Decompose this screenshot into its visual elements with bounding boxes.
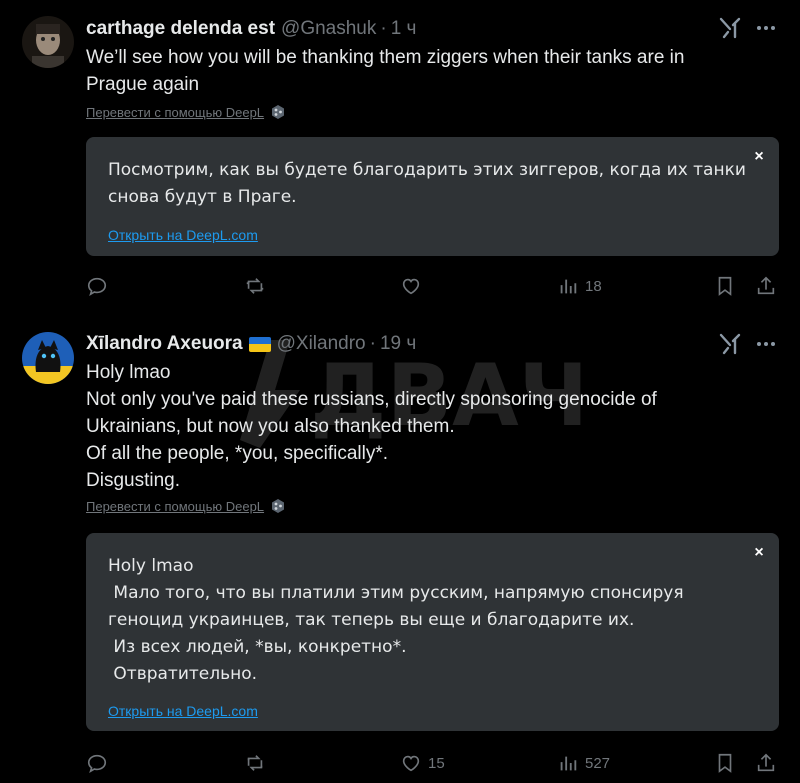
like-button[interactable]: 15 (400, 750, 445, 776)
translation-card: × Holy lmao Мало того, что вы платили эт… (86, 533, 779, 731)
tweet-text-line: Not only you've paid these russians, dir… (86, 389, 657, 410)
translation-line: Отвратительно. (108, 664, 258, 684)
translate-link[interactable]: Перевести с помощью DeepL (86, 104, 286, 120)
avatar[interactable] (22, 16, 74, 68)
translation-line: Из всех людей, *вы, конкретно*. (108, 637, 407, 657)
tweet-text-line: Prague again (86, 74, 200, 95)
author-handle[interactable]: @Xilandro (277, 333, 366, 355)
grok-icon[interactable] (718, 332, 742, 356)
ukraine-flag-icon (248, 336, 271, 352)
author-handle[interactable]: @Gnashuk (281, 18, 376, 40)
open-deepl-link[interactable]: Открыть на DeepL.com (108, 227, 258, 243)
translation-line: Мало того, что вы платили этим русским, … (108, 583, 684, 603)
translate-label: Перевести с помощью DeepL (86, 104, 265, 120)
views-button[interactable]: 18 (557, 273, 602, 299)
translation-line: Holy lmao (108, 556, 194, 576)
views-icon (560, 756, 577, 771)
bookmark-button[interactable] (714, 273, 736, 299)
bookmark-icon (718, 753, 732, 773)
open-deepl-link[interactable]: Открыть на DeepL.com (108, 703, 258, 719)
tweet-text-line: Ukrainians, but now you also thanked the… (86, 416, 455, 437)
tweet-actions: 18 (86, 273, 786, 299)
retweet-button[interactable] (244, 273, 272, 299)
tweet-text: We’ll see how you will be thanking them … (86, 44, 766, 98)
reply-icon (87, 754, 107, 774)
tweet-header: carthage delenda est @Gnashuk · 1 ч (86, 16, 416, 42)
deepl-icon (272, 105, 285, 119)
heart-icon (402, 755, 420, 772)
avatar[interactable] (22, 332, 74, 384)
grok-icon[interactable] (718, 16, 742, 40)
translation-line: Посмотрим, как вы будете благодарить эти… (108, 160, 746, 180)
translation-text: Посмотрим, как вы будете благодарить эти… (108, 157, 758, 211)
tweet-text-line: Disgusting. (86, 470, 180, 491)
tweet-text: Holy lmao Not only you've paid these rus… (86, 359, 766, 494)
share-button[interactable] (755, 273, 777, 299)
views-icon (560, 279, 577, 294)
share-icon (757, 276, 775, 295)
share-icon (757, 753, 775, 772)
views-button[interactable]: 527 (557, 750, 610, 776)
tweet-text-line: We’ll see how you will be thanking them … (86, 47, 685, 68)
translation-card: × Посмотрим, как вы будете благодарить э… (86, 137, 779, 256)
reply-icon (87, 277, 107, 297)
tweet-text-line: Holy lmao (86, 362, 171, 383)
translation-text: Holy lmao Мало того, что вы платили этим… (108, 553, 758, 688)
translate-label: Перевести с помощью DeepL (86, 498, 265, 514)
tweet: carthage delenda est @Gnashuk · 1 ч We’l… (0, 0, 800, 318)
timestamp[interactable]: 1 ч (391, 18, 417, 40)
reply-button[interactable] (86, 750, 114, 776)
retweet-icon (246, 278, 264, 294)
retweet-button[interactable] (244, 750, 272, 776)
more-horizontal-icon[interactable] (754, 332, 778, 356)
tweet: Xīlandro Axeuora @Xilandro · 19 ч Holy l… (0, 318, 800, 783)
timestamp[interactable]: 19 ч (380, 333, 416, 355)
separator-dot: · (380, 18, 387, 39)
heart-icon (402, 278, 420, 295)
author-name[interactable]: carthage delenda est (86, 18, 275, 40)
like-count: 15 (428, 754, 445, 772)
tweet-text-line: Of all the people, *you, specifically*. (86, 443, 389, 464)
bookmark-button[interactable] (714, 750, 736, 776)
author-name[interactable]: Xīlandro Axeuora (86, 333, 243, 355)
bookmark-icon (718, 276, 732, 296)
tweet-header: Xīlandro Axeuora @Xilandro · 19 ч (86, 331, 416, 357)
share-button[interactable] (755, 750, 777, 776)
retweet-icon (247, 755, 263, 771)
like-button[interactable] (400, 273, 428, 299)
translation-line: геноцид украинцев, так теперь вы еще и б… (108, 610, 635, 630)
translation-line: снова будут в Праге. (108, 187, 297, 207)
reply-button[interactable] (86, 273, 114, 299)
tweet-actions: 15 527 (86, 750, 786, 776)
more-horizontal-icon[interactable] (754, 16, 778, 40)
deepl-icon (272, 499, 285, 513)
views-count: 527 (585, 754, 611, 772)
translate-link[interactable]: Перевести с помощью DeepL (86, 498, 286, 514)
views-count: 18 (585, 277, 602, 295)
separator-dot: · (369, 333, 376, 354)
